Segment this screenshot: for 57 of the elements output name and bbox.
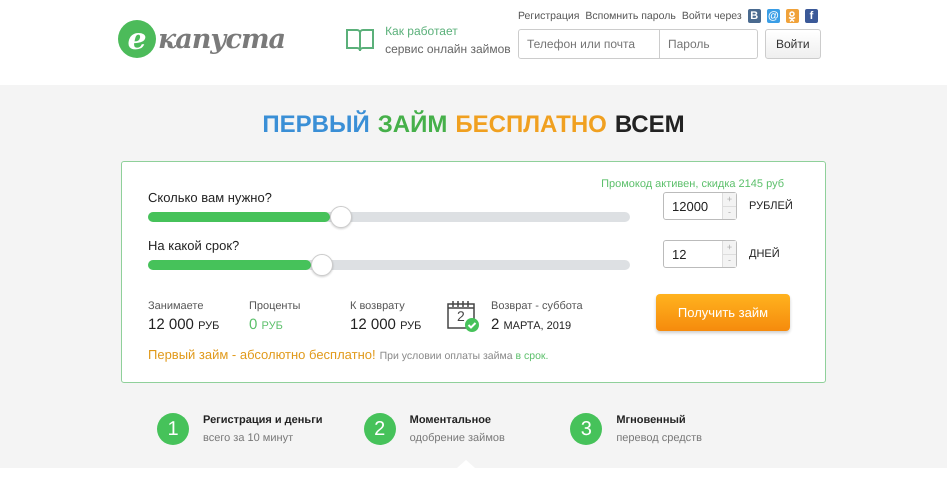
summary-label: Проценты	[249, 300, 302, 312]
summary-value: 12 000 РУБ	[350, 316, 422, 333]
slider-label: Сколько вам нужно?	[148, 190, 273, 205]
step-number: 1	[157, 413, 189, 445]
step-number: 2	[364, 413, 396, 445]
how-it-works-subtitle: сервис онлайн займов	[385, 41, 511, 58]
decrement-button[interactable]: -	[723, 254, 736, 267]
step-subtitle: одобрение займов	[410, 432, 505, 444]
slider-track[interactable]	[148, 254, 630, 276]
step-title: Мгновенный	[616, 414, 687, 426]
calendar-check-icon	[447, 300, 479, 332]
step-number: 3	[570, 413, 602, 445]
decrement-button[interactable]: -	[723, 206, 736, 219]
social-login-button[interactable]: f	[804, 9, 818, 23]
slider-thumb[interactable]	[330, 206, 352, 228]
free-loan-note: Первый займ - абсолютно бесплатно!	[148, 347, 376, 362]
social-login-button[interactable]: В	[748, 9, 761, 23]
headline-word: БЕСПЛАТНО	[455, 111, 607, 139]
get-loan-button[interactable]: Получить займ	[656, 294, 790, 331]
increment-button[interactable]: +	[723, 193, 736, 206]
logo-text[interactable]: капуста	[158, 24, 286, 54]
login-field[interactable]: Телефон или почта	[518, 29, 660, 59]
how-it-works-link[interactable]: Как работает	[385, 22, 511, 40]
step-subtitle: всего за 10 минут	[203, 432, 294, 444]
summary-value: 0 РУБ	[249, 316, 284, 333]
slider-track[interactable]	[148, 206, 630, 228]
note-link[interactable]: в срок.	[516, 350, 548, 362]
login-button[interactable]: Войти	[765, 29, 821, 59]
step-title: Моментальное	[410, 414, 492, 426]
unit-label: ДНЕЙ	[749, 248, 780, 260]
headline-word: ВСЕМ	[614, 111, 685, 139]
social-login-button[interactable]	[786, 9, 799, 23]
calendar-day: 2	[457, 308, 465, 324]
social-login-label: Войти через	[682, 10, 742, 22]
step-subtitle: перевод средств	[616, 432, 702, 444]
increment-button[interactable]: +	[723, 241, 736, 254]
unit-label: РУБЛЕЙ	[749, 200, 793, 212]
promo-text: Промокод активен, скидка 2145 руб	[601, 178, 784, 190]
headline-word: ПЕРВЫЙ	[262, 111, 370, 139]
slider-label: На какой срок?	[148, 238, 240, 253]
headline-word: ЗАЙМ	[378, 111, 448, 139]
logo-mark[interactable]: е	[118, 20, 156, 58]
password-field[interactable]: Пароль	[660, 29, 758, 59]
number-field[interactable]: 12000 + -	[663, 192, 737, 220]
note-text: При условии оплаты займа в срок.	[380, 350, 548, 362]
summary-label: Занимаете	[148, 300, 204, 312]
summary-value: 12 000 РУБ	[148, 316, 220, 333]
header-link[interactable]: Вспомнить пароль	[585, 10, 676, 22]
book-icon	[345, 26, 376, 54]
slider-thumb[interactable]	[310, 254, 333, 276]
number-field[interactable]: 12 + -	[663, 240, 737, 268]
header-link[interactable]: Регистрация	[518, 10, 580, 22]
summary-label: К возврату	[350, 300, 406, 312]
summary-value: 2 МАРТА, 2019	[491, 316, 572, 333]
summary-label: Возврат - суббота	[491, 300, 584, 312]
social-login-button[interactable]: @	[766, 9, 780, 23]
step-title: Регистрация и деньги	[203, 414, 323, 426]
